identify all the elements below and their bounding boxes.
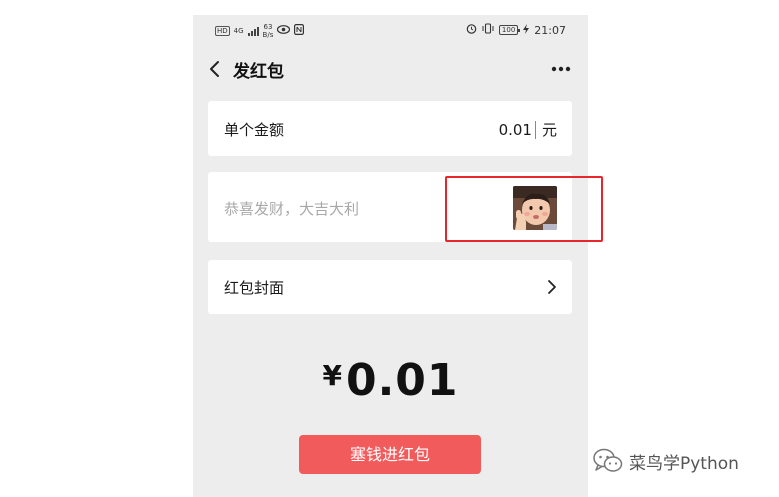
amount-row[interactable]: 单个金额 0.01 元 xyxy=(208,101,572,156)
vibrate-icon xyxy=(482,23,494,37)
charging-icon xyxy=(523,23,530,37)
cover-label: 红包封面 xyxy=(224,279,285,297)
more-options-button[interactable] xyxy=(548,59,574,79)
watermark: 菜鸟学Python xyxy=(593,448,739,474)
more-dots-icon xyxy=(551,66,571,72)
nfc-icon xyxy=(294,24,305,38)
eye-icon xyxy=(277,25,291,37)
page-title: 发红包 xyxy=(233,62,284,82)
screenshot-stage: HD 4G 63 B/s 100 21:07 发红包 单个金额 0.01 元 恭… xyxy=(0,0,779,497)
network-speed-value: 63 xyxy=(263,23,273,31)
chevron-left-icon xyxy=(210,61,219,77)
signal-icon xyxy=(247,26,259,36)
submit-red-packet-button[interactable]: 塞钱进红包 xyxy=(299,435,481,474)
watermark-text: 菜鸟学Python xyxy=(629,453,739,474)
total-amount-value: 0.01 xyxy=(345,355,459,406)
status-left-group: HD 4G 63 B/s xyxy=(215,23,305,39)
amount-value: 0.01 xyxy=(498,120,532,139)
hd-badge: HD xyxy=(215,26,230,36)
cover-row[interactable]: 红包封面 xyxy=(208,260,572,314)
chevron-right-icon xyxy=(548,280,556,294)
amount-input[interactable]: 0.01 元 xyxy=(499,119,557,140)
nav-bar: 发红包 xyxy=(193,51,588,87)
status-bar: HD 4G 63 B/s 100 21:07 xyxy=(193,15,588,49)
currency-symbol: ¥ xyxy=(322,359,342,392)
wechat-logo-icon xyxy=(593,448,623,472)
network-speed-unit: B/s xyxy=(262,31,274,39)
amount-unit: 元 xyxy=(541,121,557,139)
network-speed: 63 B/s xyxy=(263,23,274,39)
text-cursor xyxy=(534,120,536,139)
greeting-input[interactable]: 恭喜发财，大吉大利 xyxy=(224,198,359,219)
alarm-icon xyxy=(466,23,477,37)
highlight-annotation-box xyxy=(445,176,603,242)
battery-indicator: 100 xyxy=(498,25,521,35)
phone-screen: HD 4G 63 B/s 100 21:07 发红包 单个金额 0.01 元 恭… xyxy=(193,15,588,497)
back-button[interactable] xyxy=(205,57,227,81)
total-amount: ¥0.01 xyxy=(193,355,588,406)
status-right-group: 100 21:07 xyxy=(466,23,566,37)
network-type: 4G xyxy=(233,27,244,35)
amount-label: 单个金额 xyxy=(224,121,285,139)
status-time: 21:07 xyxy=(534,23,566,37)
